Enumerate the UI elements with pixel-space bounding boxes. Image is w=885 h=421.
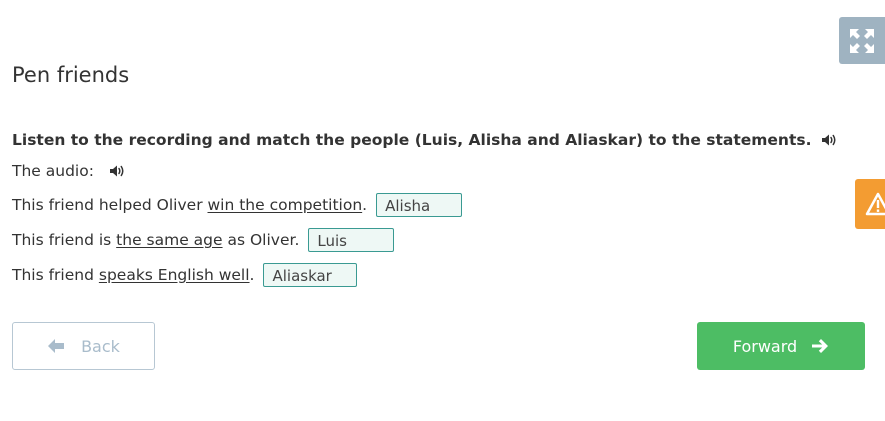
statement-key-phrase: the same age	[116, 231, 223, 249]
warning-triangle-icon	[865, 192, 885, 216]
forward-button-label: Forward	[732, 336, 798, 356]
instruction-speaker-button[interactable]	[821, 133, 837, 147]
back-button-label: Back	[81, 336, 120, 356]
statement-text-before: This friend helped Oliver	[12, 196, 208, 214]
back-button[interactable]: Back	[12, 322, 155, 370]
report-issue-button[interactable]	[855, 179, 885, 229]
arrow-right-icon	[812, 339, 829, 353]
statement-row: This friend is the same age as Oliver. L…	[12, 226, 395, 254]
statement-text-after: as Oliver.	[222, 231, 300, 249]
statement-key-phrase: win the competition	[207, 196, 363, 214]
statement-row: This friend speaks English well . Aliask…	[12, 261, 358, 289]
statement-text-before: This friend	[12, 266, 99, 284]
arrow-left-icon	[48, 339, 65, 353]
speaker-icon	[109, 165, 124, 177]
instruction-text: Listen to the recording and match the pe…	[12, 131, 837, 149]
audio-label: The audio:	[12, 162, 94, 180]
statement-text-after: .	[249, 266, 255, 284]
statement-key-phrase: speaks English well	[98, 266, 250, 284]
statement-row: This friend helped Oliver win the compet…	[12, 191, 463, 219]
answer-drop-field[interactable]: Alisha	[376, 193, 463, 217]
forward-button[interactable]: Forward	[697, 322, 865, 370]
audio-play-button[interactable]	[109, 164, 125, 178]
answer-drop-field[interactable]: Luis	[308, 228, 395, 252]
statement-text-after: .	[362, 196, 368, 214]
answer-drop-field[interactable]: Aliaskar	[263, 263, 358, 287]
audio-row: The audio:	[12, 162, 125, 180]
statement-text-before: This friend is	[12, 231, 117, 249]
instruction-label: Listen to the recording and match the pe…	[12, 131, 812, 149]
speaker-icon	[822, 134, 836, 146]
page-title: Pen friends	[12, 63, 130, 87]
expand-arrows-icon	[850, 28, 874, 53]
fullscreen-button[interactable]	[839, 17, 885, 64]
